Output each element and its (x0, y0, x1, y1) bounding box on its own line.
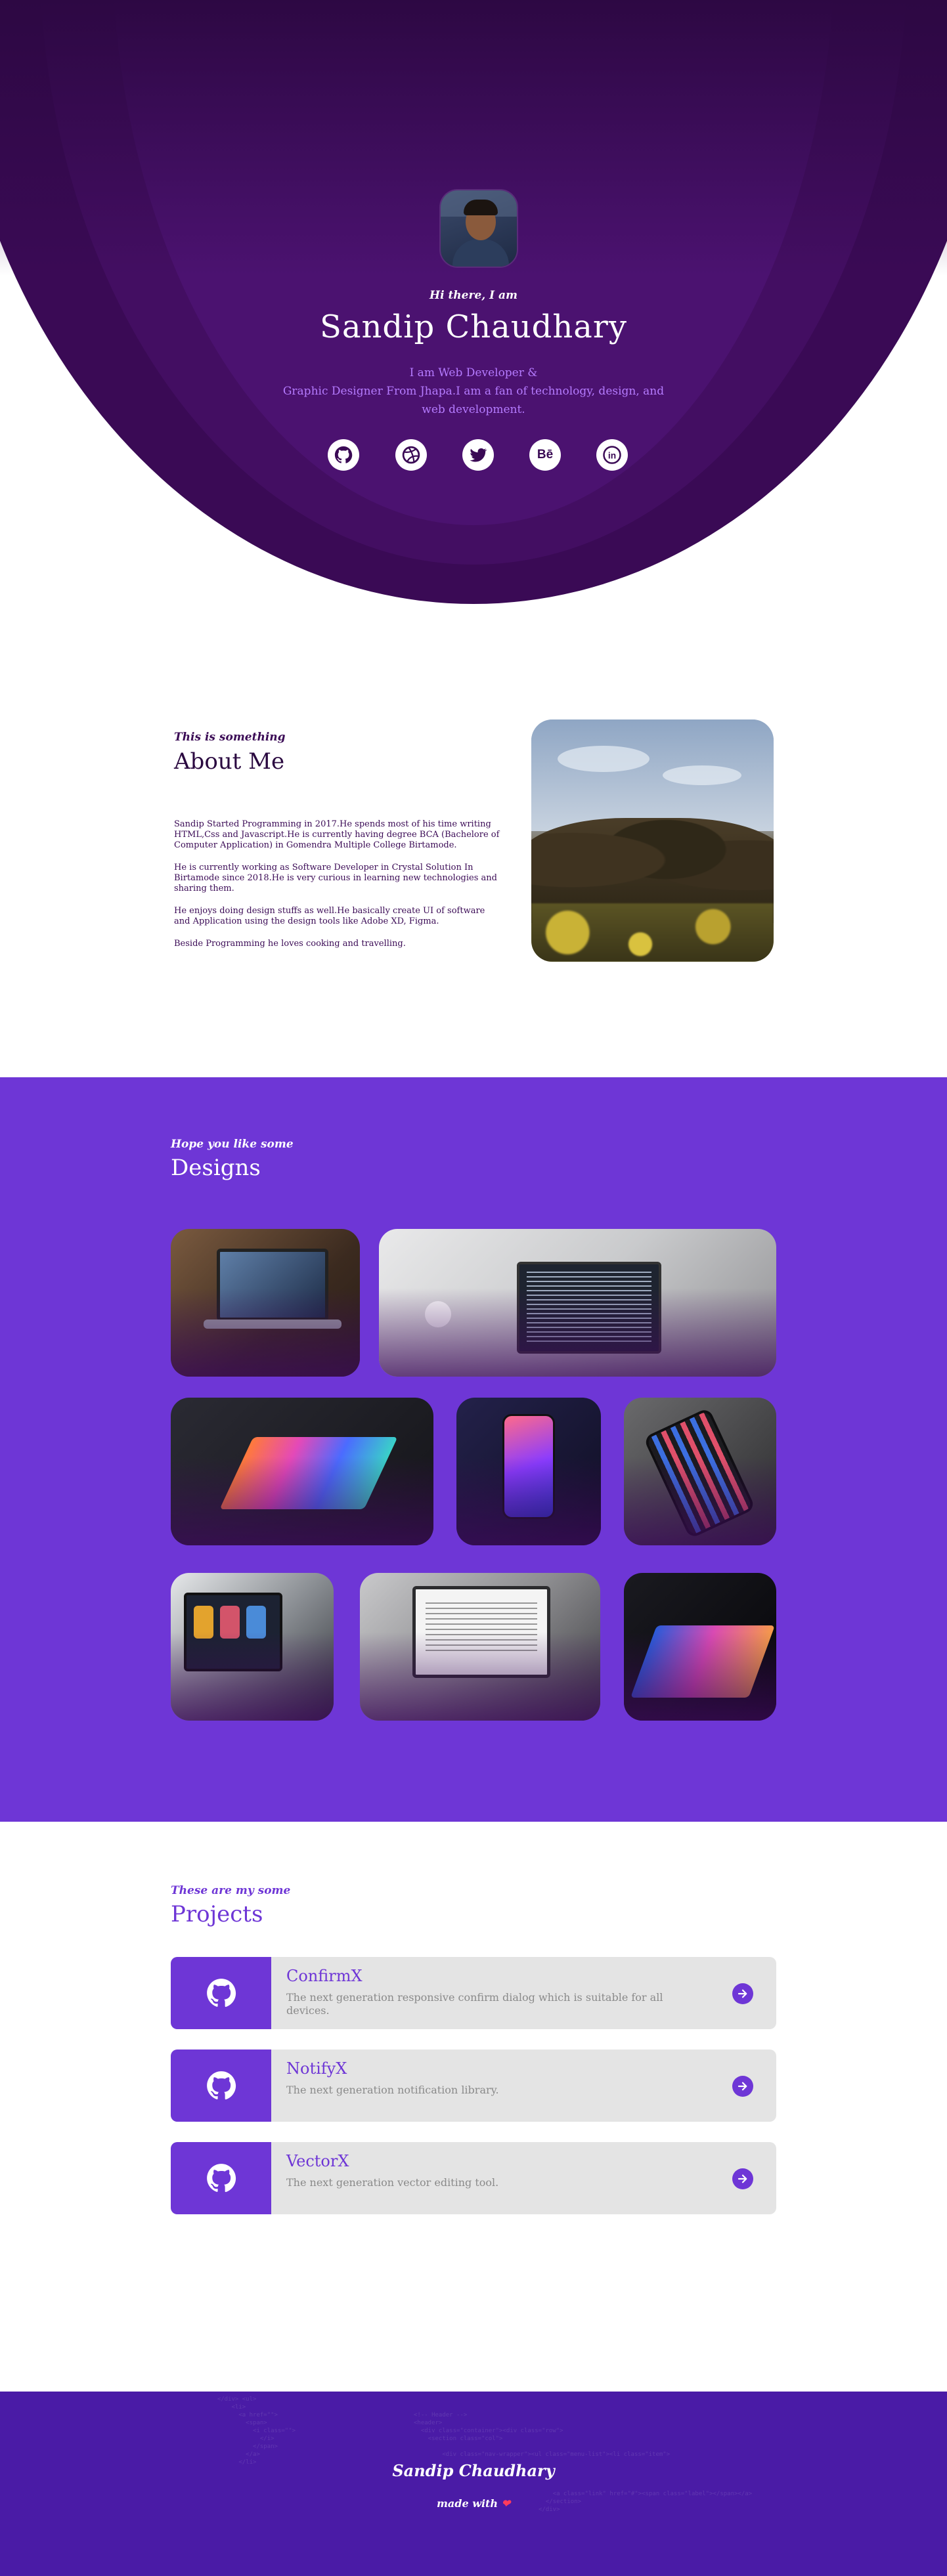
arrow-right-icon (738, 2082, 747, 2091)
designs-tag: Hope you like some (171, 1138, 294, 1151)
project-description: The next generation responsive confirm d… (286, 1991, 663, 2017)
project-title: NotifyX (286, 2059, 347, 2078)
arrow-right-icon (738, 1989, 747, 1998)
design-tile-laptop-dark[interactable] (624, 1573, 776, 1721)
project-card-vectorx[interactable]: VectorX The next generation vector editi… (171, 2142, 776, 2214)
twitter-link[interactable] (462, 439, 494, 471)
project-description: The next generation notification library… (286, 2084, 499, 2096)
hero-intro-line1: I am Web Developer & (409, 366, 538, 379)
design-tile-macbook[interactable] (171, 1229, 360, 1377)
project-open-button[interactable] (732, 1983, 753, 2004)
github-icon (334, 446, 353, 463)
behance-link[interactable]: Bē (529, 439, 561, 471)
about-paragraph: Sandip Started Programming in 2017.He sp… (174, 819, 500, 850)
heart-icon: ❤ (501, 2497, 511, 2510)
design-tile-iphone[interactable] (624, 1398, 776, 1545)
footer-made-with-text: made with (436, 2497, 498, 2510)
hero-greeting: Hi there, I am (429, 289, 518, 302)
projects-tag: These are my some (171, 1884, 291, 1897)
project-icon-box (171, 1957, 271, 2029)
footer: </div> <ul> <li> <a href=""> <span> <i c… (0, 2392, 947, 2576)
designs-section: Hope you like some Designs (0, 1077, 947, 1822)
project-card-confirmx[interactable]: ConfirmX The next generation responsive … (171, 1957, 776, 2029)
about-title: About Me (174, 748, 285, 775)
dribbble-icon (402, 446, 420, 464)
footer-code-decoration: <!-- Header --> <header> <div class="con… (414, 2412, 671, 2458)
project-open-button[interactable] (732, 2168, 753, 2189)
design-tile-phone-purple[interactable] (456, 1398, 601, 1545)
footer-code-decoration: </div> <ul> <li> <a href=""> <span> <i c… (217, 2396, 296, 2466)
about-paragraph: He is currently working as Software Deve… (174, 863, 497, 893)
about-text: Sandip Started Programming in 2017.He sp… (174, 819, 502, 961)
github-link[interactable] (328, 439, 359, 471)
projects-title: Projects (171, 1901, 263, 1927)
dribbble-link[interactable] (395, 439, 427, 471)
linkedin-link[interactable]: in (596, 439, 628, 471)
project-icon-box (171, 2142, 271, 2214)
linkedin-icon: in (603, 446, 621, 464)
project-card-notifyx[interactable]: NotifyX The next generation notification… (171, 2050, 776, 2122)
design-tile-code-editor[interactable] (379, 1229, 776, 1377)
design-tile-writing-laptop[interactable] (360, 1573, 600, 1721)
hero-intro-line2: Graphic Designer From Jhapa.I am a fan o… (282, 385, 665, 416)
project-open-button[interactable] (732, 2076, 753, 2097)
arrow-right-icon (738, 2174, 747, 2183)
project-title: VectorX (286, 2152, 349, 2170)
github-icon (206, 2071, 236, 2100)
footer-name: Sandip Chaudhary (392, 2461, 555, 2480)
hero-section: Hi there, I am Sandip Chaudhary I am Web… (0, 0, 947, 604)
footer-made-with: made with ❤ (0, 2497, 947, 2510)
designs-title: Designs (171, 1155, 261, 1181)
linkedin-glyph: in (608, 451, 616, 461)
github-icon (206, 1979, 236, 2007)
project-icon-box (171, 2050, 271, 2122)
social-links: Bē in (0, 439, 947, 473)
github-icon (206, 2164, 236, 2193)
about-photo (531, 719, 774, 962)
hero-intro: I am Web Developer & Graphic Designer Fr… (276, 364, 671, 419)
about-paragraph: He enjoys doing design stuffs as well.He… (174, 906, 485, 926)
hero-name: Sandip Chaudhary (320, 309, 627, 345)
project-description: The next generation vector editing tool. (286, 2176, 499, 2189)
design-tile-mobile-ui[interactable] (171, 1573, 334, 1721)
about-paragraph: Beside Programming he loves cooking and … (174, 939, 406, 949)
avatar (439, 189, 518, 268)
behance-icon: Bē (537, 448, 554, 462)
project-title: ConfirmX (286, 1967, 363, 1985)
design-tile-laptop-rgb[interactable] (171, 1398, 433, 1545)
twitter-icon (470, 448, 487, 462)
about-tag: This is something (174, 731, 286, 744)
